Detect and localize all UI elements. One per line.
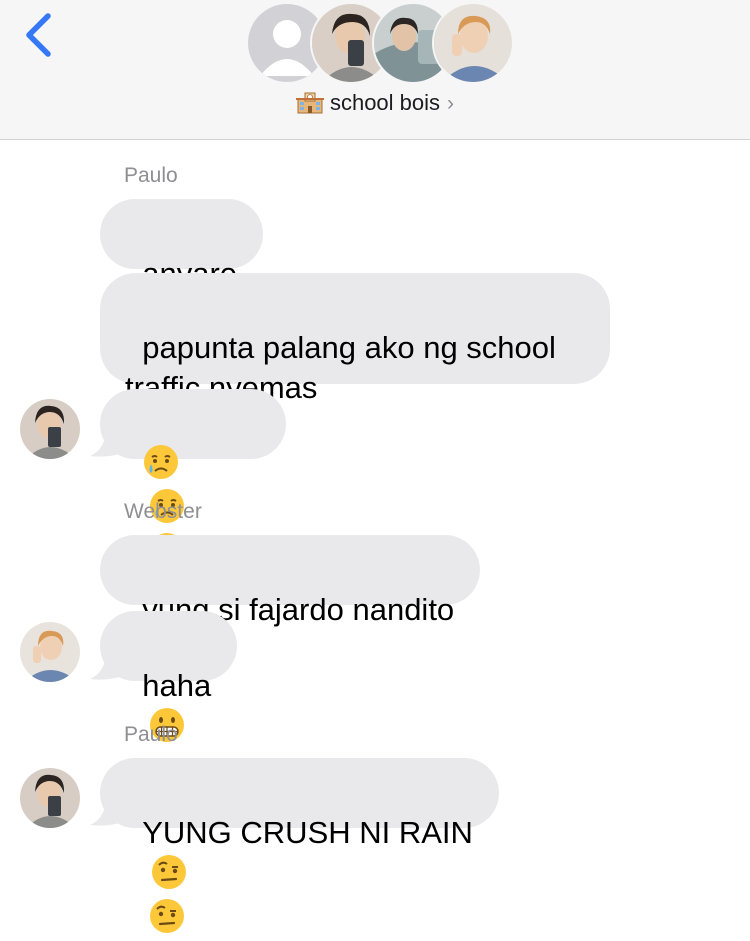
message-bubble[interactable]: papunta palang ako ng school traffic nye… [100,273,610,405]
message-text: YUNG CRUSH NI RAIN [142,815,473,850]
paulo-avatar[interactable] [20,768,80,828]
message-bubble[interactable] [100,389,286,567]
sender-name: Webster [124,500,202,523]
chevron-right-icon: › [447,92,455,115]
sender-name: Paulo [124,164,178,187]
chevron-left-icon [26,13,51,57]
paulo-avatar[interactable] [20,399,80,459]
conversation-header: school bois › [0,0,750,140]
group-name-label: school bois [329,90,441,115]
back-button[interactable] [18,10,62,58]
group-avatars[interactable] [246,2,514,84]
message-bubble[interactable]: haha [100,611,238,742]
face-with-raised-eyebrow-emoji [150,899,185,933]
message-bubble[interactable]: YUNG CRUSH NI RAIN [100,758,499,933]
message-text: haha [142,668,212,703]
sender-name: Paulo [124,723,178,746]
message-bubble[interactable]: yung si fajardo nandito [100,535,481,627]
school-building-icon [295,90,324,120]
group-name-button[interactable]: school bois › [0,90,750,120]
face-with-raised-eyebrow-emoji [152,855,187,889]
crying-face-emoji [144,445,179,479]
webster-avatar[interactable] [20,622,80,682]
message-bubble[interactable]: anyare [100,199,264,291]
member-avatar-webster [432,2,514,84]
